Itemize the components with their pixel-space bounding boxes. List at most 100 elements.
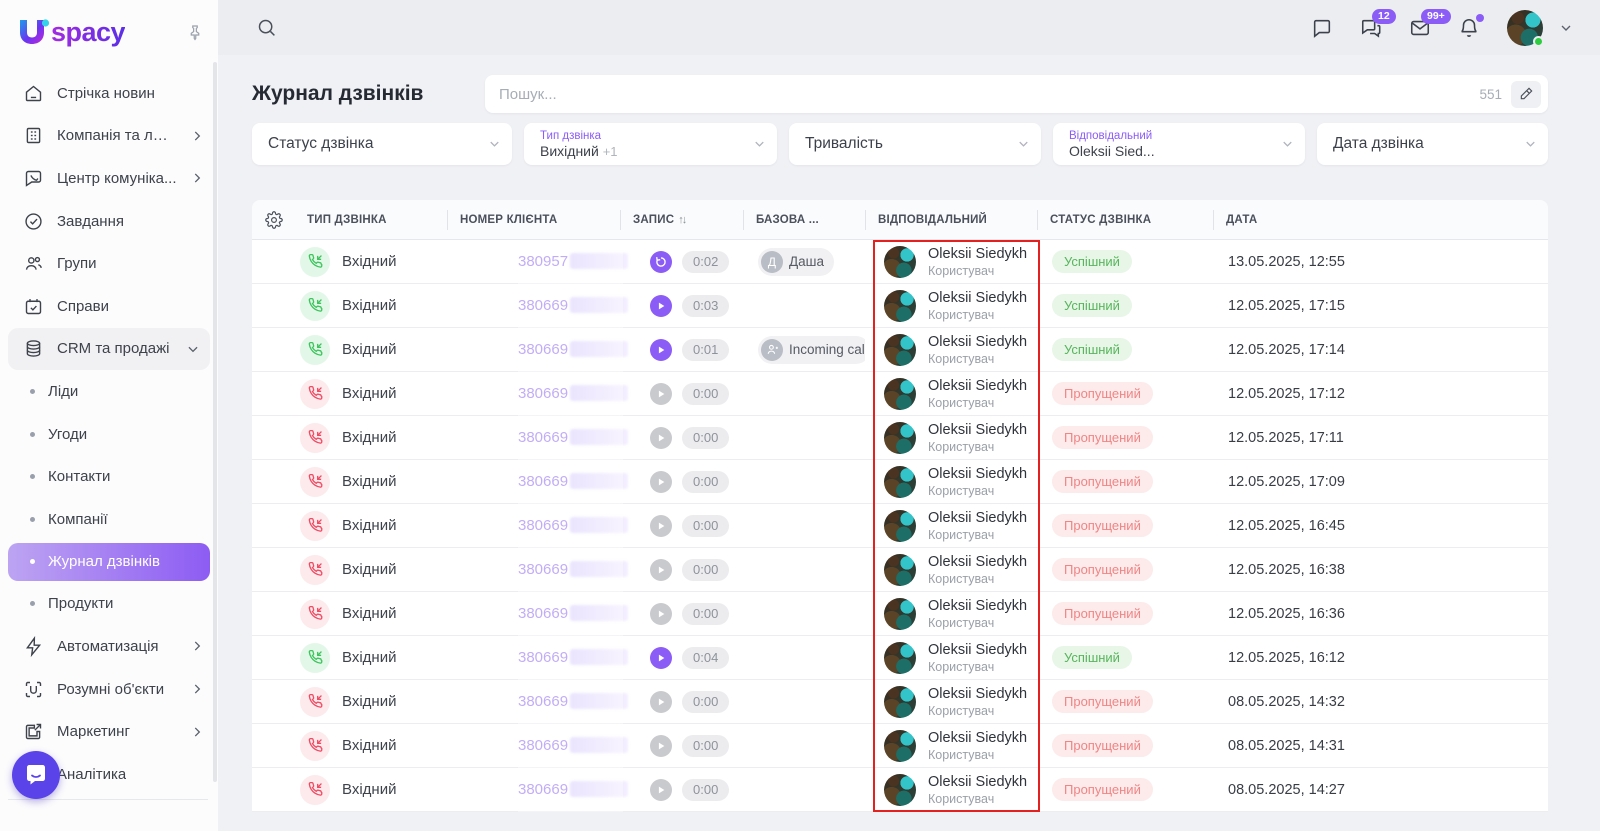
sidebar-item-Автоматизація[interactable]: Автоматизація (0, 625, 218, 668)
uspacy-logo-icon (14, 14, 50, 50)
blurred-number (570, 605, 629, 621)
sidebar-item-Ліди[interactable]: Ліди (0, 370, 218, 413)
notifications-bell-icon[interactable] (1458, 13, 1484, 39)
messenger-icon[interactable]: 12 (1360, 8, 1396, 39)
responsible-role: Користувач (928, 571, 995, 586)
columns-settings-gear-icon[interactable] (252, 210, 295, 229)
table-row[interactable]: Вхідний 380669 0:00 Oleksii Siedykh Кори… (252, 548, 1548, 592)
play-record-button[interactable] (650, 426, 672, 449)
client-number-link[interactable]: 380669 (518, 385, 568, 402)
restore-record-button[interactable] (650, 250, 672, 273)
client-number-link[interactable]: 380669 (518, 297, 568, 314)
sidebar-item-Журнал дзвінків[interactable]: Журнал дзвінків (8, 542, 210, 581)
sidebar-item-Центр комуніка...[interactable]: Центр комуніка... (0, 157, 218, 200)
client-number-link[interactable]: 380669 (518, 649, 568, 666)
sidebar-item-CRM та продажі[interactable]: CRM та продажі (8, 327, 210, 371)
table-row[interactable]: Вхідний 380669 0:01 Incoming call 3 Olek… (252, 328, 1548, 372)
base-entity-chip[interactable]: Incoming call 3 (758, 335, 865, 364)
responsible-role: Користувач (928, 791, 995, 806)
sidebar-item-Групи[interactable]: Групи (0, 242, 218, 285)
call-duration: 0:00 (682, 558, 730, 581)
user-avatar[interactable] (1507, 9, 1544, 47)
mail-icon[interactable]: 99+ (1409, 8, 1451, 39)
sidebar-item-Справи[interactable]: Справи (0, 285, 218, 328)
client-number-link[interactable]: 380669 (518, 693, 568, 710)
play-record-button[interactable] (650, 690, 672, 713)
search-input[interactable]: Пошук... 551 (485, 75, 1548, 113)
table-row[interactable]: Вхідний 380669 0:00 Oleksii Siedykh Кори… (252, 460, 1548, 504)
sidebar-item-Компанія та люди[interactable]: Компанія та люди (0, 115, 218, 158)
table-row[interactable]: Вхідний 380669 0:00 Oleksii Siedykh Кори… (252, 724, 1548, 768)
column-header[interactable]: ТИП ДЗВІНКА (295, 210, 447, 230)
column-header[interactable]: НОМЕР КЛІЄНТА (447, 209, 620, 230)
table-row[interactable]: Вхідний 380669 0:00 Oleksii Siedykh Кори… (252, 768, 1548, 812)
play-record-button[interactable] (650, 558, 672, 581)
column-header[interactable]: ЗАПИС ↑↓ (620, 209, 743, 230)
profile-chevron-down-icon[interactable] (1558, 20, 1574, 36)
filter-dropdown[interactable]: Тривалість (789, 123, 1041, 165)
client-number-link[interactable]: 380669 (518, 341, 568, 358)
table-row[interactable]: Вхідний 380669 0:00 Oleksii Siedykh Кори… (252, 372, 1548, 416)
sidebar-item-Розумні об'єкти[interactable]: Розумні об'єкти (0, 668, 218, 711)
client-number-link[interactable]: 380669 (518, 781, 568, 798)
blurred-number (570, 649, 629, 665)
table-row[interactable]: Вхідний 380669 0:00 Oleksii Siedykh Кори… (252, 680, 1548, 724)
play-record-button[interactable] (650, 470, 672, 493)
play-record-button[interactable] (650, 338, 672, 361)
chevron-down-icon (1523, 137, 1538, 152)
client-number-link[interactable]: 380957 (518, 253, 568, 270)
column-header[interactable]: ВІДПОВІДАЛЬНИЙ (865, 209, 1037, 230)
call-status-badge: Пропущений (1052, 734, 1153, 757)
sidebar-item-Угоди[interactable]: Угоди (0, 413, 218, 456)
global-search-icon[interactable] (256, 17, 277, 38)
sidebar-item-Компанії[interactable]: Компанії (0, 498, 218, 541)
sidebar-item-Завдання[interactable]: Завдання (0, 200, 218, 243)
client-number-link[interactable]: 380669 (518, 561, 568, 578)
responsible-name: Oleksii Siedykh (928, 774, 1028, 791)
call-duration: 0:02 (682, 250, 730, 273)
column-header[interactable]: СТАТУС ДЗВІНКА (1037, 209, 1213, 230)
play-record-button[interactable] (650, 602, 672, 625)
play-record-button[interactable] (650, 734, 672, 757)
column-header[interactable]: БАЗОВА ... (743, 209, 865, 230)
filter-dropdown[interactable]: Тип дзвінка Вихідний +1 (524, 123, 777, 165)
table-row[interactable]: Вхідний 380669 0:00 Oleksii Siedykh Кори… (252, 592, 1548, 636)
base-entity-chip[interactable]: Д Даша (758, 247, 834, 276)
call-duration: 0:00 (682, 602, 730, 625)
client-number-link[interactable]: 380669 (518, 473, 568, 490)
sidebar-item-Стрічка новин[interactable]: Стрічка новин (0, 72, 218, 115)
filter-dropdown[interactable]: Відповідальний Oleksii Sied... (1053, 123, 1305, 165)
call-status-badge: Пропущений (1052, 382, 1153, 405)
sidebar-scrollbar[interactable] (213, 62, 217, 782)
table-row[interactable]: Вхідний 380669 0:00 Oleksii Siedykh Кори… (252, 416, 1548, 460)
feedback-chat-icon[interactable] (1311, 17, 1333, 39)
table-row[interactable]: Вхідний 380669 0:04 Oleksii Siedykh Кори… (252, 636, 1548, 680)
play-record-button[interactable] (650, 382, 672, 405)
call-date: 08.05.2025, 14:27 (1228, 781, 1345, 798)
filter-dropdown[interactable]: Дата дзвінка (1317, 123, 1548, 165)
sidebar-item-Продукти[interactable]: Продукти (0, 583, 218, 626)
table-row[interactable]: Вхідний 380669 0:00 Oleksii Siedykh Кори… (252, 504, 1548, 548)
chevron-right-icon (190, 171, 204, 185)
responsible-avatar (884, 289, 916, 322)
play-record-button[interactable] (650, 646, 672, 669)
column-header[interactable]: ДАТА (1213, 209, 1548, 230)
support-chat-button[interactable] (12, 751, 60, 799)
table-row[interactable]: Вхідний 380957 0:02 Д Даша Oleksii Siedyk… (252, 240, 1548, 284)
clear-search-button[interactable] (1511, 80, 1541, 108)
client-number-link[interactable]: 380669 (518, 429, 568, 446)
play-record-button[interactable] (650, 514, 672, 537)
table-header: ТИП ДЗВІНКА НОМЕР КЛІЄНТА ЗАПИС ↑↓ БАЗОВА… (252, 200, 1548, 240)
sidebar-item-Маркетинг[interactable]: Маркетинг (0, 710, 218, 753)
table-row[interactable]: Вхідний 380669 0:03 Oleksii Siedykh Кори… (252, 284, 1548, 328)
play-record-button[interactable] (650, 778, 672, 801)
play-record-button[interactable] (650, 294, 672, 317)
filter-dropdown[interactable]: Статус дзвінка (252, 123, 512, 165)
pin-sidebar-icon[interactable] (186, 23, 204, 41)
sidebar-item-Контакти[interactable]: Контакти (0, 455, 218, 498)
call-status-badge: Успішний (1052, 294, 1132, 317)
client-number-link[interactable]: 380669 (518, 605, 568, 622)
client-number-link[interactable]: 380669 (518, 517, 568, 534)
incoming-call-icon (300, 466, 330, 497)
client-number-link[interactable]: 380669 (518, 737, 568, 754)
